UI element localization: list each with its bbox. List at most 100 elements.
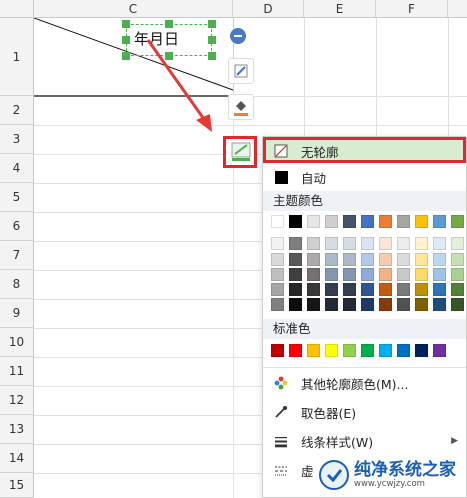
tint-swatch[interactable] [343,283,356,296]
row-header-6[interactable]: 6 [0,212,34,241]
tint-swatch[interactable] [325,253,338,266]
tint-swatch[interactable] [307,283,320,296]
tint-swatch[interactable] [451,253,464,266]
resize-handle[interactable] [122,36,130,44]
row-header-12[interactable]: 12 [0,386,34,415]
collapse-button[interactable] [230,28,246,44]
resize-handle[interactable] [122,20,130,28]
row-header-1[interactable]: 1 [0,18,34,96]
eyedropper-option[interactable]: 取色器(E) [263,398,466,426]
tint-swatch[interactable] [361,268,374,281]
tint-swatch[interactable] [289,237,302,250]
tint-swatch[interactable] [433,268,446,281]
column-header-e[interactable]: E [304,0,376,18]
no-outline-option[interactable]: 无轮廓 [263,137,466,165]
row-header-10[interactable]: 10 [0,328,34,357]
standard-swatch-yellow[interactable] [325,344,338,357]
tint-swatch[interactable] [397,253,410,266]
tint-swatch[interactable] [271,283,284,296]
tint-swatch[interactable] [289,298,302,311]
more-outline-colors-option[interactable]: 其他轮廓颜色(M)... [263,369,466,397]
tint-swatch[interactable] [451,298,464,311]
theme-swatch-silver[interactable] [397,215,410,228]
standard-swatch-light-green[interactable] [343,344,356,357]
theme-swatch-white[interactable] [271,215,284,228]
tint-swatch[interactable] [397,283,410,296]
line-style-option[interactable]: 线条样式(W) ▶ [263,427,466,455]
row-header-9[interactable]: 9 [0,299,34,328]
tint-swatch[interactable] [343,298,356,311]
resize-handle[interactable] [122,52,130,60]
row-header-14[interactable]: 14 [0,444,34,473]
edit-shape-button[interactable] [228,58,254,84]
tint-swatch[interactable] [343,237,356,250]
standard-swatch-blue[interactable] [397,344,410,357]
theme-swatch-light-blue[interactable] [433,215,446,228]
select-all-corner[interactable] [0,0,34,18]
row-header-5[interactable]: 5 [0,183,34,212]
tint-swatch[interactable] [433,253,446,266]
theme-swatch-slate[interactable] [343,215,356,228]
standard-swatch-red[interactable] [289,344,302,357]
standard-swatch-light-blue[interactable] [379,344,392,357]
tint-swatch[interactable] [415,237,428,250]
row-header-3[interactable]: 3 [0,125,34,154]
tint-swatch[interactable] [307,268,320,281]
tint-swatch[interactable] [361,298,374,311]
tint-swatch[interactable] [325,237,338,250]
fill-color-button[interactable] [228,94,254,120]
tint-swatch[interactable] [451,283,464,296]
tint-swatch[interactable] [307,253,320,266]
theme-swatch-gold[interactable] [415,215,428,228]
tint-swatch[interactable] [415,253,428,266]
automatic-color-option[interactable]: 自动 [263,163,466,191]
outline-button-highlight[interactable] [223,136,257,168]
tint-swatch[interactable] [361,283,374,296]
tint-swatch[interactable] [271,268,284,281]
tint-swatch[interactable] [343,268,356,281]
standard-swatch-dark-blue[interactable] [415,344,428,357]
tint-swatch[interactable] [451,237,464,250]
tint-swatch[interactable] [397,237,410,250]
row-header-11[interactable]: 11 [0,357,34,386]
tint-swatch[interactable] [271,298,284,311]
column-header-d[interactable]: D [233,0,304,18]
tint-swatch[interactable] [433,298,446,311]
tint-swatch[interactable] [361,253,374,266]
row-header-8[interactable]: 8 [0,270,34,299]
tint-swatch[interactable] [361,237,374,250]
tint-swatch[interactable] [433,283,446,296]
tint-swatch[interactable] [307,237,320,250]
tint-swatch[interactable] [397,268,410,281]
resize-handle[interactable] [165,20,173,28]
column-header-g[interactable] [448,0,467,18]
tint-swatch[interactable] [271,253,284,266]
row-header-4[interactable]: 4 [0,154,34,183]
row-header-7[interactable]: 7 [0,241,34,270]
theme-swatch-orange[interactable] [379,215,392,228]
tint-swatch[interactable] [325,298,338,311]
standard-swatch-dark-red[interactable] [271,344,284,357]
tint-swatch[interactable] [415,268,428,281]
theme-swatch-green[interactable] [451,215,464,228]
tint-swatch[interactable] [307,298,320,311]
tint-swatch[interactable] [415,298,428,311]
theme-swatch-blue[interactable] [361,215,374,228]
tint-swatch[interactable] [379,268,392,281]
tint-swatch[interactable] [271,237,284,250]
tint-swatch[interactable] [289,253,302,266]
standard-swatch-purple[interactable] [433,344,446,357]
tint-swatch[interactable] [397,298,410,311]
column-header-c[interactable]: C [34,0,233,18]
tint-swatch[interactable] [289,268,302,281]
column-header-f[interactable]: F [376,0,448,18]
standard-swatch-green[interactable] [361,344,374,357]
tint-swatch[interactable] [289,283,302,296]
row-header-15[interactable]: 15 [0,473,34,498]
row-header-13[interactable]: 13 [0,415,34,444]
tint-swatch[interactable] [379,237,392,250]
tint-swatch[interactable] [433,237,446,250]
tint-swatch[interactable] [325,268,338,281]
theme-swatch-light-gray[interactable] [307,215,320,228]
tint-swatch[interactable] [325,283,338,296]
